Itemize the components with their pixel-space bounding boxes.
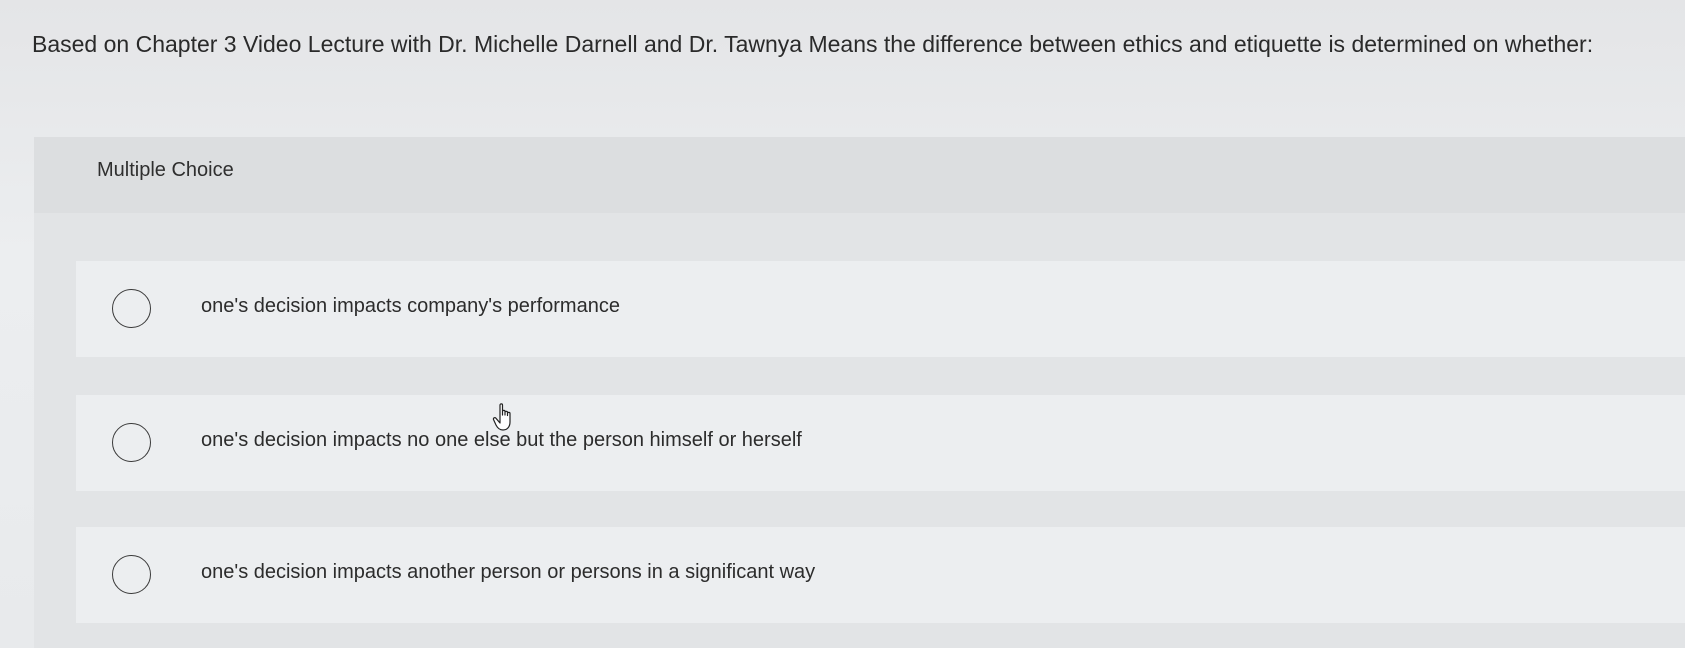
answer-option-1[interactable]: one's decision impacts company's perform… (76, 261, 1685, 357)
question-text: Based on Chapter 3 Video Lecture with Dr… (32, 31, 1594, 57)
panel-header: Multiple Choice (34, 137, 1685, 213)
answer-option-label[interactable]: one's decision impacts company's perform… (201, 295, 620, 318)
hand-pointer-icon (492, 403, 511, 431)
answer-option-label[interactable]: one's decision impacts another person or… (201, 561, 815, 584)
multiple-choice-panel: Multiple Choice one's decision impacts c… (34, 137, 1685, 648)
answer-option-3[interactable]: one's decision impacts another person or… (76, 527, 1685, 623)
question-type-label: Multiple Choice (97, 159, 234, 181)
answer-option-label[interactable]: one's decision impacts no one else but t… (201, 429, 802, 452)
radio-button-icon[interactable] (112, 423, 151, 462)
radio-button-icon[interactable] (112, 289, 151, 328)
answer-option-2[interactable]: one's decision impacts no one else but t… (76, 395, 1685, 491)
radio-button-icon[interactable] (112, 555, 151, 594)
